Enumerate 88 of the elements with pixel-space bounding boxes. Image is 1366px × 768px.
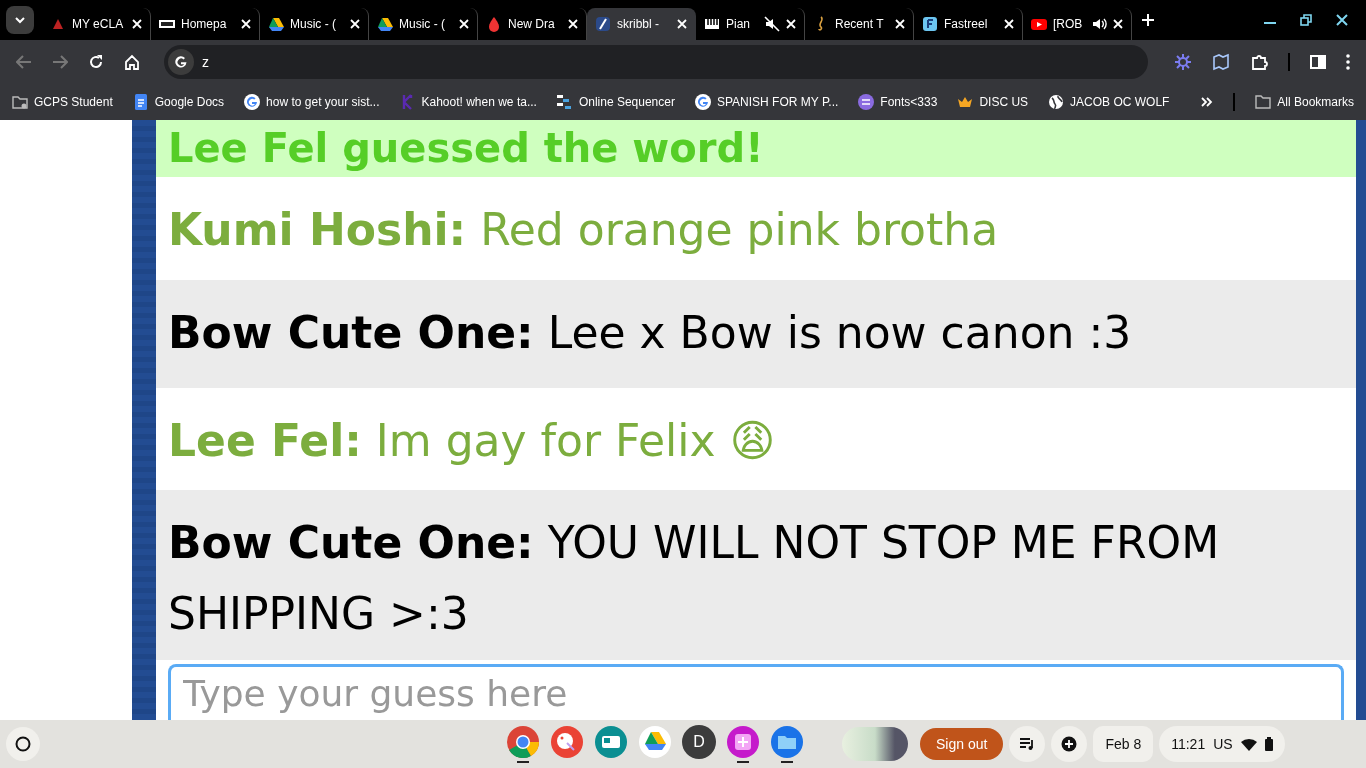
plus-icon	[1061, 736, 1078, 752]
bookmark-label: Online Sequencer	[578, 95, 675, 109]
sign-out-button[interactable]: Sign out	[920, 728, 1004, 760]
guess-input-field[interactable]: Type your guess here	[168, 664, 1344, 720]
bookmark[interactable]: JACOB OC WOLF	[1048, 94, 1170, 110]
folder-icon	[1255, 95, 1272, 109]
tab-title: MY eCLA	[72, 17, 125, 31]
bookmark[interactable]: DISC US	[957, 94, 1029, 110]
bookmark-label: GCPS Student	[34, 95, 113, 109]
guessed-message: Lee Fel guessed the word!	[156, 120, 1356, 177]
bookmark[interactable]: SPANISH FOR MY P...	[694, 94, 839, 110]
muted-speaker-icon[interactable]	[764, 16, 780, 32]
all-bookmarks-button[interactable]: All Bookmarks	[1255, 95, 1354, 109]
bookmark-icon	[244, 94, 261, 110]
chevron-down-icon	[14, 16, 26, 24]
bookmark[interactable]: how to get your sist...	[244, 94, 380, 110]
speaker-icon[interactable]	[1091, 16, 1107, 32]
app-icon[interactable]	[594, 725, 628, 759]
tab-title: skribbl -	[617, 17, 660, 31]
app-icon[interactable]	[506, 725, 540, 759]
tab-title: Music - (	[399, 17, 446, 31]
home-icon[interactable]	[124, 54, 140, 70]
circle-icon	[15, 736, 31, 752]
tab-title: Music - (	[290, 17, 337, 31]
chat-message: Bow Cute One: Lee x Bow is now canon :3	[156, 279, 1356, 388]
favicon-icon	[595, 16, 611, 32]
close-icon[interactable]	[1336, 14, 1348, 26]
input-method: US	[1213, 736, 1233, 752]
more-bookmarks-icon[interactable]	[1201, 97, 1214, 107]
puzzle-piece-icon[interactable]	[1250, 53, 1268, 71]
bookmark[interactable]: GCPS Student	[12, 94, 113, 110]
bookmark[interactable]: Kahoot! when we ta...	[399, 94, 537, 110]
favicon-icon	[922, 16, 938, 32]
back-arrow-icon[interactable]	[16, 55, 32, 69]
clock-time: 11:21	[1171, 736, 1206, 752]
bookmark-label: DISC US	[979, 95, 1029, 109]
tab-title: [ROB	[1053, 17, 1084, 31]
favicon-icon	[377, 16, 393, 32]
playlist-button[interactable]	[1009, 726, 1046, 762]
new-tab-icon[interactable]	[1142, 14, 1154, 26]
side-panel-icon[interactable]	[1310, 54, 1326, 70]
bookmark[interactable]: Google Docs	[132, 94, 225, 110]
avatar-app[interactable]: D	[682, 725, 716, 759]
bookmark-label: Google Docs	[154, 95, 225, 109]
tab-search-button[interactable]	[6, 6, 34, 34]
more-menu-icon[interactable]	[1346, 54, 1350, 70]
launcher-button[interactable]	[6, 727, 40, 761]
app-icon[interactable]	[638, 725, 672, 759]
tab-title: Pian	[726, 17, 752, 31]
bookmark-icon	[694, 94, 711, 110]
bookmark[interactable]: Fonts<333	[858, 94, 938, 110]
bookmark-icon	[132, 94, 149, 110]
reload-icon[interactable]	[88, 54, 104, 70]
bookmark-label: JACOB OC WOLF	[1070, 95, 1170, 109]
address-text: z	[202, 54, 209, 70]
screenshot-thumbnail[interactable]	[842, 727, 908, 761]
battery-icon	[1264, 737, 1273, 751]
browser-tab[interactable]: skribbl -	[587, 8, 696, 40]
bookmark-icon	[1048, 94, 1065, 110]
playlist-icon	[1019, 737, 1036, 751]
bookmark-icon	[12, 94, 28, 110]
bookmark-label: SPANISH FOR MY P...	[716, 95, 839, 109]
bookmark-label: Kahoot! when we ta...	[421, 95, 537, 109]
address-bar[interactable]: z	[164, 45, 1148, 79]
forward-arrow-icon[interactable]	[52, 55, 68, 69]
favicon-icon	[486, 16, 502, 32]
tab-title: Recent T	[835, 17, 885, 31]
bookmark-icon	[858, 94, 875, 110]
wifi-icon	[1240, 737, 1257, 751]
chat-message: Bow Cute One: YOU WILL NOT STOP ME FROM SHIPPING >:3	[156, 490, 1356, 660]
tab-title: New Dra	[508, 17, 556, 31]
bookmark-label: Fonts<333	[880, 95, 938, 109]
date-button[interactable]: Feb 8	[1093, 726, 1154, 762]
bookmark-label: how to get your sist...	[266, 95, 380, 109]
sparkle-extension-icon[interactable]	[1174, 53, 1192, 71]
favicon-icon	[704, 16, 720, 32]
tab-title: Fastreel	[944, 17, 989, 31]
app-icon[interactable]	[770, 725, 804, 759]
tab-title: Homepa	[181, 17, 228, 31]
app-icon[interactable]	[726, 725, 760, 759]
restore-icon[interactable]	[1300, 14, 1312, 26]
favicon-icon	[268, 16, 284, 32]
bookmark-icon	[556, 94, 573, 110]
google-g-icon	[168, 49, 194, 75]
add-button[interactable]	[1051, 726, 1088, 762]
app-icon[interactable]	[550, 725, 584, 759]
favicon-icon	[1031, 16, 1047, 32]
bookmark[interactable]: Online Sequencer	[556, 94, 675, 110]
